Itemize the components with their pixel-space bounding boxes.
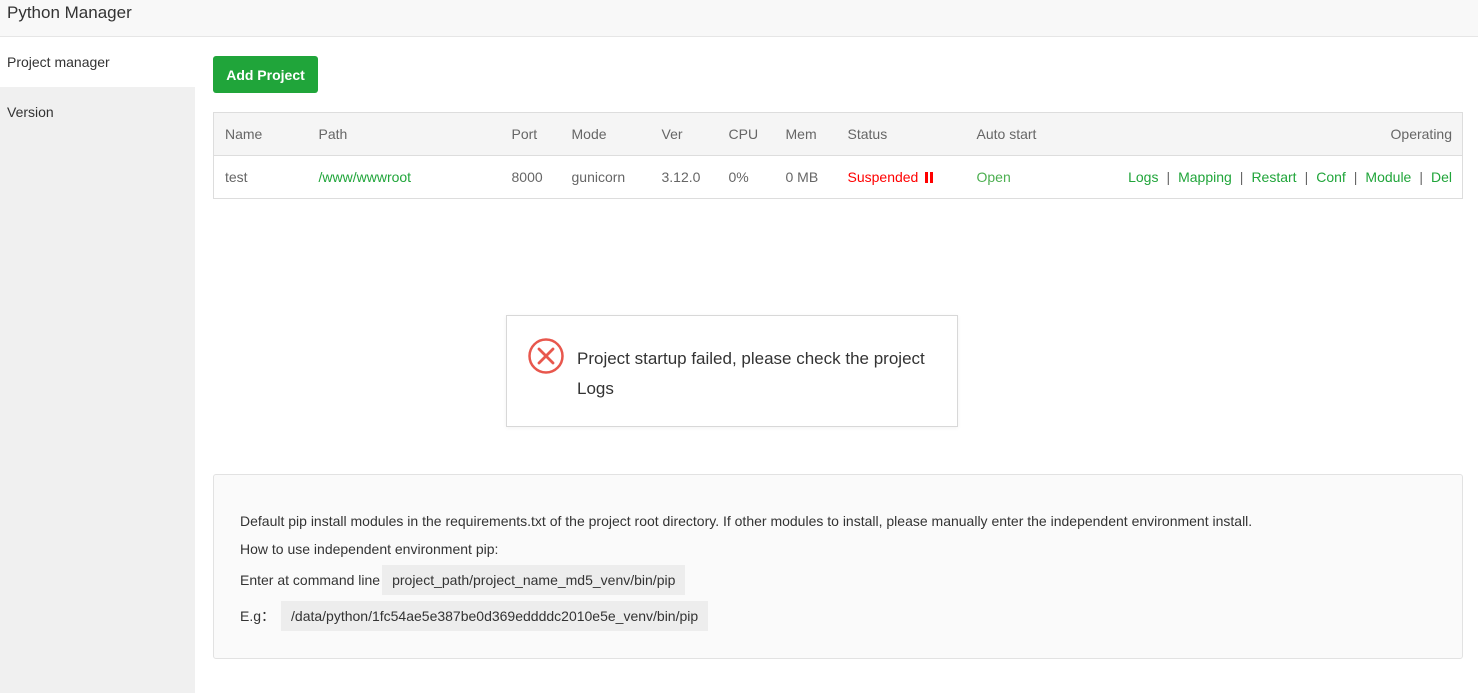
info-line-1: Default pip install modules in the requi… [240,513,1253,529]
sidebar: Project manager Version [0,37,195,693]
operations: Logs | Mapping | Restart | Conf | Module | Del [1086,156,1463,199]
command-line-code: project_path/project_name_md5_venv/bin/p… [382,565,686,595]
info-line-2: How to use independent environment pip: [240,541,499,557]
project-cpu: 0% [728,169,749,185]
separator: | [1419,169,1423,185]
project-mem: 0 MB [785,169,819,185]
example-label: E.g： [240,608,276,624]
error-circle-icon [528,338,564,374]
logs-link[interactable]: Logs [1128,169,1158,185]
conf-link[interactable]: Conf [1316,169,1346,185]
project-path-link[interactable]: /www/wwwroot [319,169,412,185]
pause-icon [918,169,934,185]
col-mem: Mem [774,112,837,156]
col-cpu: CPU [717,112,775,156]
separator: | [1353,169,1358,185]
error-toast: Project startup failed, please check the… [506,315,958,427]
auto-start-toggle[interactable]: Open [977,169,1011,185]
table-header: Name Path Port Mode Ver CPU Mem Status A… [213,112,1463,156]
status-text: Suspended [847,169,919,185]
col-operating: Operating [1085,112,1463,156]
col-mode: Mode [560,112,651,156]
sidebar-item-version[interactable]: Version [0,87,195,137]
table-row: test /www/wwwroot 8000 gunicorn 3.12.0 0… [214,156,1463,199]
separator: | [1304,169,1309,185]
col-name: Name [213,112,308,156]
col-port: Port [500,112,561,156]
restart-link[interactable]: Restart [1251,169,1296,185]
app-title: Python Manager [7,3,132,22]
sidebar-item-project-manager[interactable]: Project manager [0,37,195,87]
module-link[interactable]: Module [1365,169,1411,185]
title-bar: Python Manager [0,0,1478,37]
command-line-label: Enter at command line [240,572,381,588]
toast-message: Project startup failed, please check the… [577,349,925,398]
project-name: test [225,169,248,185]
example-code: /data/python/1fc54ae5e387be0d369eddddc20… [281,601,709,631]
col-auto-start: Auto start [965,112,1086,156]
col-ver: Ver [650,112,718,156]
add-project-button[interactable]: Add Project [213,56,318,93]
pip-info-panel: Default pip install modules in the requi… [213,474,1463,659]
col-path: Path [307,112,501,156]
project-ver: 3.12.0 [661,169,701,185]
del-link[interactable]: Del [1431,169,1452,185]
project-mode: gunicorn [571,169,626,185]
mapping-link[interactable]: Mapping [1178,169,1232,185]
project-port: 8000 [511,169,543,185]
separator: | [1166,169,1171,185]
projects-table: Name Path Port Mode Ver CPU Mem Status A… [213,112,1463,199]
project-status[interactable]: Suspended [837,156,966,199]
col-status: Status [836,112,966,156]
separator: | [1239,169,1244,185]
